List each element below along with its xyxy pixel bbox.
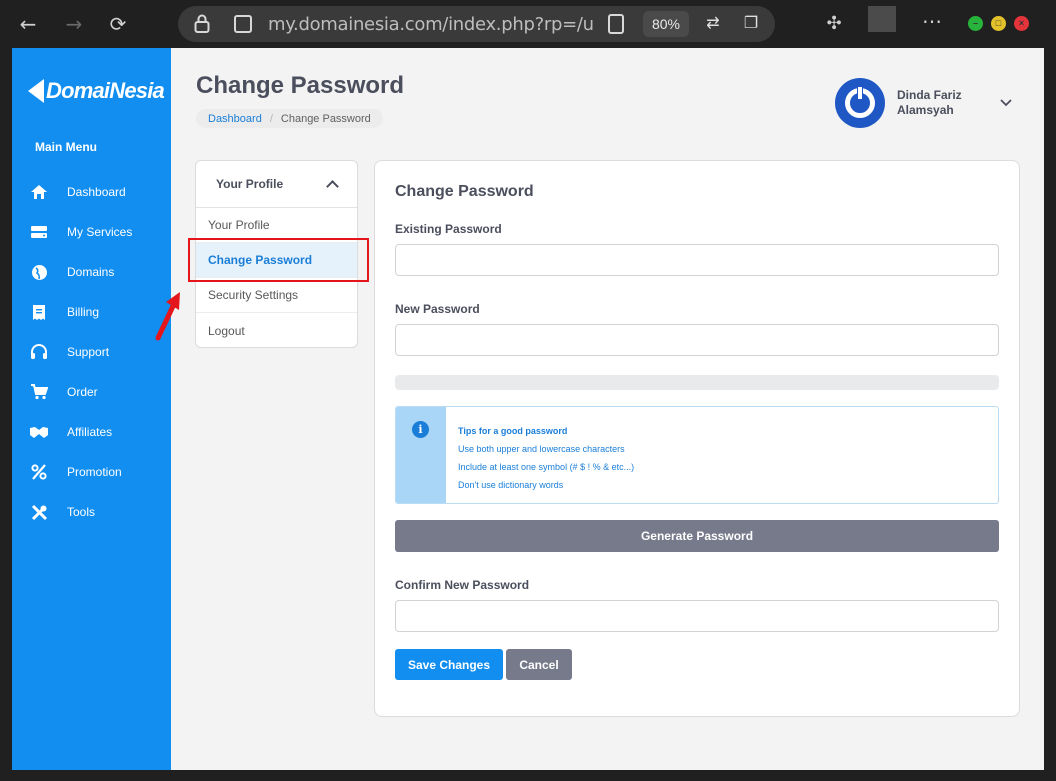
sidebar: DomaiNesia Main Menu Dashboard My Servic…: [12, 48, 171, 770]
breadcrumb-separator: /: [269, 112, 273, 125]
reload-icon[interactable]: ⟳: [104, 10, 132, 38]
power-icon: [845, 86, 875, 118]
percent-icon: [28, 461, 50, 483]
change-password-card: Change Password Existing Password New Pa…: [374, 160, 1020, 717]
sidebar-item-my-services[interactable]: My Services: [28, 218, 168, 246]
maximize-icon[interactable]: □: [991, 16, 1006, 31]
user-first-name: Dinda Fariz: [897, 88, 962, 102]
browser-toolbar: ← → ⟳ my.domainesia.com/index.php?rp=/us…: [0, 0, 1056, 48]
annotation-arrow-icon: [155, 292, 180, 341]
breadcrumb-current: Change Password: [280, 112, 371, 125]
save-changes-button[interactable]: Save Changes: [395, 649, 503, 680]
globe-icon: [28, 261, 50, 283]
new-password-input[interactable]: [395, 324, 999, 356]
sidebar-item-label: My Services: [67, 225, 133, 239]
sidebar-item-tools[interactable]: Tools: [28, 498, 168, 526]
page-title: Change Password: [196, 72, 405, 99]
logo-mark-icon: [28, 79, 44, 103]
profile-nav-security-settings[interactable]: Security Settings: [196, 278, 357, 313]
logo-text: DomaiNesia: [46, 78, 165, 103]
more-icon[interactable]: ⋯: [918, 10, 946, 38]
sidebar-item-label: Domains: [67, 265, 115, 279]
server-icon: [28, 221, 50, 243]
sidebar-item-promotion[interactable]: Promotion: [28, 458, 168, 486]
cancel-button[interactable]: Cancel: [506, 649, 572, 680]
domainesia-logo[interactable]: DomaiNesia: [28, 74, 165, 108]
sidebar-item-label: Billing: [67, 305, 100, 319]
breadcrumb-dashboard-link[interactable]: Dashboard: [208, 113, 262, 125]
tools-icon: [28, 501, 50, 523]
avatar[interactable]: [835, 78, 885, 128]
sidebar-item-label: Dashboard: [67, 185, 126, 199]
extensions-icon[interactable]: ✣: [822, 12, 846, 36]
sidebar-item-label: Support: [67, 345, 110, 359]
sidebar-item-domains[interactable]: Domains: [28, 258, 168, 286]
existing-password-input[interactable]: [395, 244, 999, 276]
chevron-down-icon[interactable]: [1000, 96, 1014, 110]
user-menu[interactable]: Dinda Fariz Alamsyah: [835, 78, 977, 128]
main-menu-title: Main Menu: [35, 140, 97, 154]
chevron-up-icon[interactable]: [326, 179, 339, 193]
sidebar-item-label: Promotion: [67, 465, 122, 479]
close-icon[interactable]: ×: [1014, 16, 1029, 31]
password-strength-bar: [395, 375, 999, 390]
confirm-password-label: Confirm New Password: [395, 578, 530, 592]
user-name[interactable]: Dinda Fariz Alamsyah: [897, 88, 977, 118]
existing-password-label: Existing Password: [395, 222, 502, 236]
translate-icon[interactable]: ⇄: [702, 13, 724, 35]
sidebar-item-affiliates[interactable]: Affiliates: [28, 418, 168, 446]
user-last-name: Alamsyah: [897, 103, 954, 117]
reader-icon[interactable]: [608, 14, 624, 34]
sidebar-item-label: Order: [67, 385, 98, 399]
new-password-label: New Password: [395, 302, 480, 316]
cart-icon: [28, 381, 50, 403]
sidebar-item-order[interactable]: Order: [28, 378, 168, 406]
forward-icon[interactable]: →: [60, 10, 88, 38]
page: DomaiNesia Main Menu Dashboard My Servic…: [12, 48, 1044, 770]
profile-nav-heading: Your Profile: [216, 177, 284, 191]
sidebar-item-label: Affiliates: [67, 425, 113, 439]
tips-title: Tips for a good password: [458, 426, 568, 436]
site-info-icon[interactable]: [234, 15, 252, 33]
tip-line: Include at least one symbol (# $ ! % & e…: [458, 462, 635, 472]
tip-line: Use both upper and lowercase characters: [458, 444, 625, 454]
lock-icon[interactable]: [194, 14, 210, 34]
card-title: Change Password: [395, 183, 534, 200]
browser-profile-icon[interactable]: [868, 6, 896, 32]
sidebar-item-dashboard[interactable]: Dashboard: [28, 178, 168, 206]
address-bar[interactable]: my.domainesia.com/index.php?rp=/user/pa …: [178, 6, 775, 42]
breadcrumb: Dashboard / Change Password: [196, 109, 383, 128]
annotation-highlight-box: [188, 238, 369, 282]
handshake-icon: [28, 421, 50, 443]
generate-password-button[interactable]: Generate Password: [395, 520, 999, 552]
tips-text: Tips for a good password Use both upper …: [458, 422, 634, 494]
sidebar-item-support[interactable]: Support: [28, 338, 168, 366]
zoom-indicator[interactable]: 80%: [643, 11, 689, 37]
home-icon: [28, 181, 50, 203]
confirm-password-input[interactable]: [395, 600, 999, 632]
headset-icon: [28, 341, 50, 363]
profile-nav-header[interactable]: Your Profile: [196, 161, 357, 208]
info-icon: i: [412, 421, 429, 438]
collections-icon[interactable]: ❐: [742, 13, 760, 35]
url-text[interactable]: my.domainesia.com/index.php?rp=/user/pa: [268, 14, 593, 35]
tip-line: Don't use dictionary words: [458, 480, 564, 490]
sidebar-item-billing[interactable]: Billing: [28, 298, 168, 326]
password-tips-alert: i Tips for a good password Use both uppe…: [395, 406, 999, 504]
back-icon[interactable]: ←: [14, 10, 42, 38]
sidebar-item-label: Tools: [67, 505, 96, 519]
receipt-icon: [28, 301, 50, 323]
profile-nav-logout[interactable]: Logout: [196, 313, 357, 348]
minimize-icon[interactable]: –: [968, 16, 983, 31]
